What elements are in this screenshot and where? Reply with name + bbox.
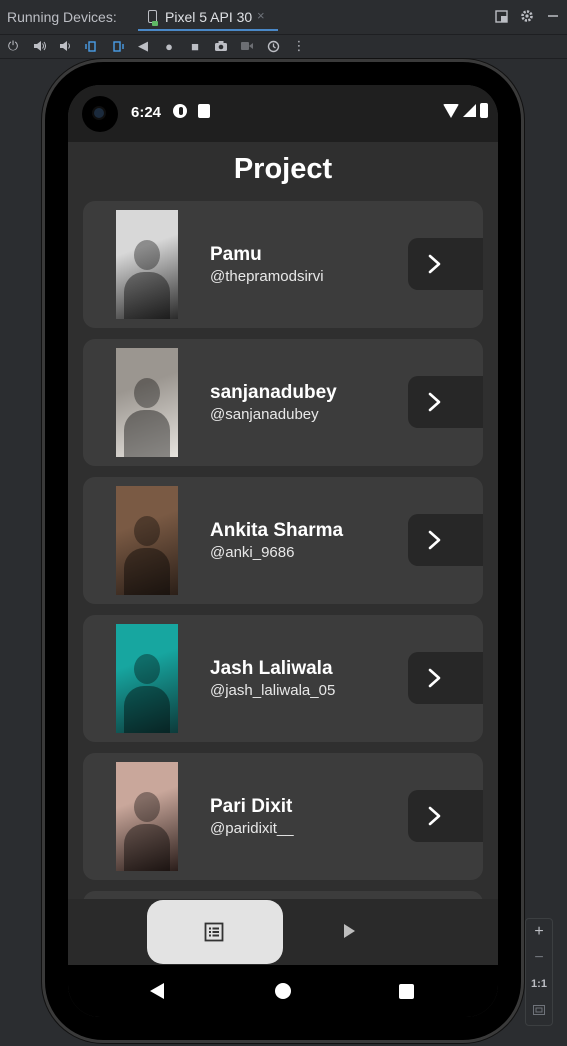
profile-name: Ankita Sharma xyxy=(210,520,344,541)
device-tab[interactable]: Pixel 5 API 30 × xyxy=(138,0,278,34)
profile-handle: @paridixit__ xyxy=(210,820,294,837)
sd-card-icon xyxy=(198,104,210,118)
rotate-right-icon[interactable] xyxy=(104,35,130,57)
ide-top-bar: Running Devices: Pixel 5 API 30 × xyxy=(0,0,567,35)
thumbnail-body-shape xyxy=(124,272,170,319)
profile-handle: @jash_laliwala_05 xyxy=(210,682,336,699)
profile-thumbnail xyxy=(116,210,178,319)
list-icon xyxy=(204,922,224,942)
profile-thumbnail xyxy=(116,486,178,595)
device-tab-label: Pixel 5 API 30 xyxy=(165,9,253,25)
profile-handle: @anki_9686 xyxy=(210,544,295,561)
power-icon[interactable]: ⏻ xyxy=(0,35,26,57)
screen-record-icon[interactable] xyxy=(234,35,260,57)
thumbnail-person-shape xyxy=(134,240,160,270)
profile-card[interactable]: Jash Laliwala @jash_laliwala_05 xyxy=(83,615,483,742)
profile-thumbnail xyxy=(116,624,178,733)
volume-up-icon[interactable] xyxy=(26,35,52,57)
open-profile-button[interactable] xyxy=(408,376,483,428)
open-profile-button[interactable] xyxy=(408,514,483,566)
thumbnail-person-shape xyxy=(134,378,160,408)
zoom-out-button[interactable]: − xyxy=(526,945,552,971)
zoom-actual-size-button[interactable]: 1:1 xyxy=(526,971,552,997)
profile-name: sanjanadubey xyxy=(210,382,337,403)
profile-handle: @sanjanadubey xyxy=(210,406,319,423)
more-options-icon[interactable]: ⋮ xyxy=(286,35,312,57)
system-navigation-bar xyxy=(68,965,498,1017)
overview-icon[interactable]: ■ xyxy=(182,35,208,57)
thumbnail-person-shape xyxy=(134,516,160,546)
thumbnail-person-shape xyxy=(134,654,160,684)
thumbnail-person-shape xyxy=(134,792,160,822)
profile-card[interactable]: Pari Dixit @paridixit__ xyxy=(83,753,483,880)
profile-card[interactable]: sanjanadubey @sanjanadubey xyxy=(83,339,483,466)
back-icon[interactable]: ◀ xyxy=(130,35,156,57)
wifi-icon xyxy=(443,103,459,118)
rotate-left-icon[interactable] xyxy=(78,35,104,57)
page-title: Project xyxy=(233,153,333,185)
thumbnail-body-shape xyxy=(124,686,170,733)
signal-icon xyxy=(463,104,476,117)
app-notification-icon xyxy=(173,104,187,118)
gear-icon[interactable] xyxy=(519,8,535,24)
nav-list-tab[interactable] xyxy=(147,900,283,964)
play-icon[interactable] xyxy=(344,924,355,938)
scroll-indicator xyxy=(521,295,524,360)
status-time: 6:24 xyxy=(131,104,162,121)
profile-card[interactable]: Ankita Sharma @anki_9686 xyxy=(83,477,483,604)
fit-screen-icon[interactable] xyxy=(526,997,552,1023)
status-bar: 6:24 xyxy=(68,85,498,142)
system-home-button[interactable] xyxy=(275,983,291,999)
active-tab-indicator xyxy=(138,29,278,31)
open-profile-button[interactable] xyxy=(408,790,483,842)
chevron-right-icon xyxy=(428,392,441,412)
front-camera xyxy=(82,96,118,132)
running-devices-title: Running Devices: xyxy=(7,9,117,25)
layout-icon[interactable] xyxy=(493,8,509,24)
chevron-right-icon xyxy=(428,530,441,550)
profile-thumbnail xyxy=(116,762,178,871)
system-back-button[interactable] xyxy=(150,983,164,999)
camera-icon[interactable] xyxy=(208,35,234,57)
profile-thumbnail xyxy=(116,348,178,457)
chevron-right-icon xyxy=(428,254,441,274)
thumbnail-body-shape xyxy=(124,410,170,457)
device-toolbar: ⏻ ◀ ● ■ ⋮ xyxy=(0,35,567,57)
minimize-icon[interactable] xyxy=(545,8,561,24)
zoom-controls: + − 1:1 xyxy=(525,918,553,1026)
profile-list[interactable]: Pamu @thepramodsirvi sanjanadubey @sanjanad… xyxy=(83,201,483,901)
system-recents-button[interactable] xyxy=(399,984,414,999)
device-screen: 6:24 Project Pamu @thepramodsirvi sanjanad… xyxy=(68,85,498,1017)
profile-card[interactable]: Pamu @thepramodsirvi xyxy=(83,201,483,328)
toolbar-divider xyxy=(0,58,567,59)
profile-handle: @thepramodsirvi xyxy=(210,268,324,285)
home-icon[interactable]: ● xyxy=(156,35,182,57)
profile-name: Jash Laliwala xyxy=(210,658,333,679)
open-profile-button[interactable] xyxy=(408,238,483,290)
tab-close-icon[interactable]: × xyxy=(257,8,265,23)
scroll-indicator-2 xyxy=(521,455,524,565)
profile-name: Pamu xyxy=(210,244,262,265)
bottom-navigation xyxy=(68,899,498,965)
device-icon xyxy=(148,10,158,26)
profile-name: Pari Dixit xyxy=(210,796,293,817)
chevron-right-icon xyxy=(428,668,441,688)
phone-frame: 6:24 Project Pamu @thepramodsirvi sanjanad… xyxy=(45,62,521,1040)
battery-icon xyxy=(480,103,488,118)
thumbnail-body-shape xyxy=(124,548,170,595)
volume-down-icon[interactable] xyxy=(52,35,78,57)
snapshot-restore-icon[interactable] xyxy=(260,35,286,57)
chevron-right-icon xyxy=(428,806,441,826)
open-profile-button[interactable] xyxy=(408,652,483,704)
thumbnail-body-shape xyxy=(124,824,170,871)
zoom-in-button[interactable]: + xyxy=(526,919,552,945)
